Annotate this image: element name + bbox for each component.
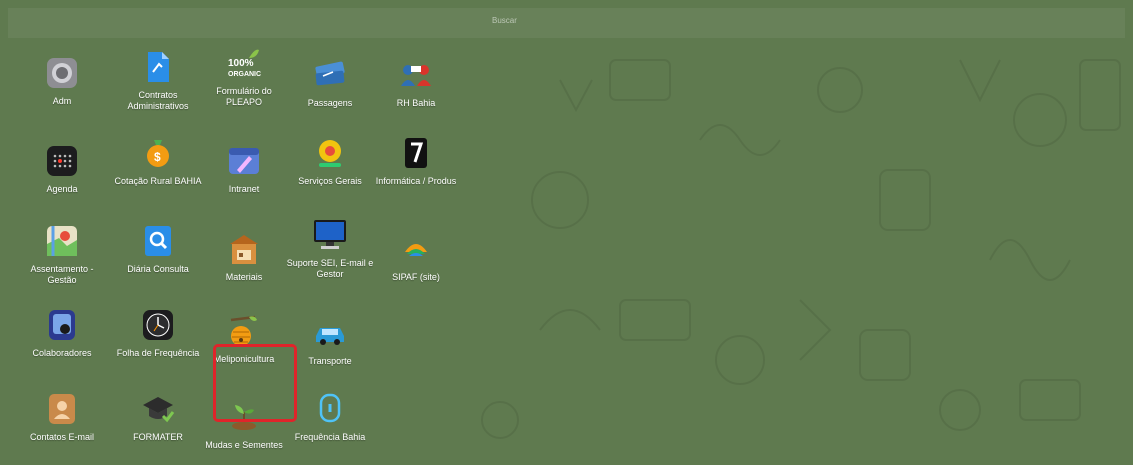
sipaf-logo-icon [405, 244, 427, 256]
gear-icon [47, 58, 77, 88]
app-tile-intranet[interactable]: Intranet [200, 144, 288, 195]
monitor-icon [314, 220, 346, 249]
app-tile-informatica[interactable]: Informática / Produs [372, 136, 460, 187]
beehive-icon [230, 315, 257, 346]
app-tile-suporte[interactable]: Suporte SEI, E-mail e Gestor [286, 218, 374, 280]
cog-person-icon [319, 140, 341, 167]
app-label: Suporte SEI, E-mail e Gestor [286, 258, 374, 279]
app-label: Folha de Frequência [116, 348, 200, 358]
people-icon [401, 65, 431, 86]
app-label: Adm [52, 96, 72, 106]
money-bag-icon: $ [147, 140, 169, 167]
app-tile-cotacao[interactable]: $ Cotação Rural BAHIA [114, 136, 202, 187]
app-label: Diária Consulta [127, 264, 189, 274]
store-icon [230, 235, 258, 264]
app-label: Assentamento - Gestão [30, 264, 94, 285]
app-tile-frequencia-bahia[interactable]: Frequência Bahia [286, 392, 374, 443]
document-icon [148, 52, 169, 82]
app-label: Cotação Rural BAHIA [114, 176, 202, 186]
app-label: RH Bahia [396, 98, 436, 108]
map-icon [47, 226, 77, 256]
browser-icon [229, 148, 259, 174]
app-label: FORMATER [133, 432, 183, 442]
app-label: Intranet [228, 184, 260, 194]
clock-icon [143, 310, 173, 340]
app-label: Passagens [307, 98, 353, 108]
app-tile-agenda[interactable]: Agenda [18, 144, 106, 195]
svg-text:100%: 100% [228, 58, 254, 69]
app-tile-contatos-email[interactable]: Contatos E-mail [18, 392, 106, 443]
app-label: Formulário do PLEAPO [216, 86, 272, 107]
app-label: SIPAF (site) [392, 272, 440, 282]
app-tile-passagens[interactable]: Passagens [286, 58, 374, 109]
app-label: Frequência Bahia [294, 432, 366, 442]
app-label: Materiais [225, 272, 263, 282]
app-tile-transporte[interactable]: Transporte [286, 316, 374, 367]
app-tile-colaboradores[interactable]: Colaboradores [18, 308, 106, 359]
app-label: Informática / Produs [375, 176, 457, 186]
touch-icon [319, 393, 341, 423]
app-label: Colaboradores [32, 348, 92, 358]
search-doc-icon [145, 226, 171, 256]
app-tile-sipaf[interactable]: SIPAF (site) [372, 232, 460, 283]
app-label: Contatos E-mail [29, 432, 95, 442]
app-tile-contratos[interactable]: Contratos Administrativos [114, 50, 202, 112]
app-tile-adm[interactable]: Adm [18, 56, 106, 107]
ticket-icon [315, 61, 345, 86]
contacts-icon [49, 310, 75, 340]
app-tile-pleapo[interactable]: 100% ORGANIC Formulário do PLEAPO [200, 46, 288, 108]
organic-icon: 100% ORGANIC [228, 49, 261, 78]
car-icon [316, 328, 344, 345]
svg-text:ORGANIC: ORGANIC [228, 71, 261, 78]
app-label: Mudas e Sementes [205, 440, 283, 450]
app-tile-formater[interactable]: FORMATER [114, 392, 202, 443]
app-tile-materiais[interactable]: Materiais [200, 232, 288, 283]
app-tile-folha[interactable]: Folha de Frequência [114, 308, 202, 359]
app-tile-rh-bahia[interactable]: RH Bahia [372, 58, 460, 109]
app-label: Contratos Administrativos [127, 90, 189, 111]
calendar-icon [47, 146, 77, 176]
app-tile-assentamento[interactable]: Assentamento - Gestão [18, 224, 106, 286]
app-label: Serviços Gerais [298, 176, 362, 186]
app-tile-servicos-gerais[interactable]: Serviços Gerais [286, 136, 374, 187]
svg-text:$: $ [154, 150, 161, 164]
contact-card-icon [49, 394, 75, 424]
search-input[interactable]: Buscar [470, 10, 670, 32]
highlight-box [213, 344, 297, 422]
logo-icon [405, 138, 427, 168]
app-label: Agenda [46, 184, 78, 194]
app-label: Transporte [308, 356, 352, 366]
app-tile-diaria[interactable]: Diária Consulta [114, 224, 202, 275]
graduation-cap-icon [143, 397, 175, 423]
app-grid: Adm Contratos Administrativos 100% ORGAN… [18, 42, 478, 465]
